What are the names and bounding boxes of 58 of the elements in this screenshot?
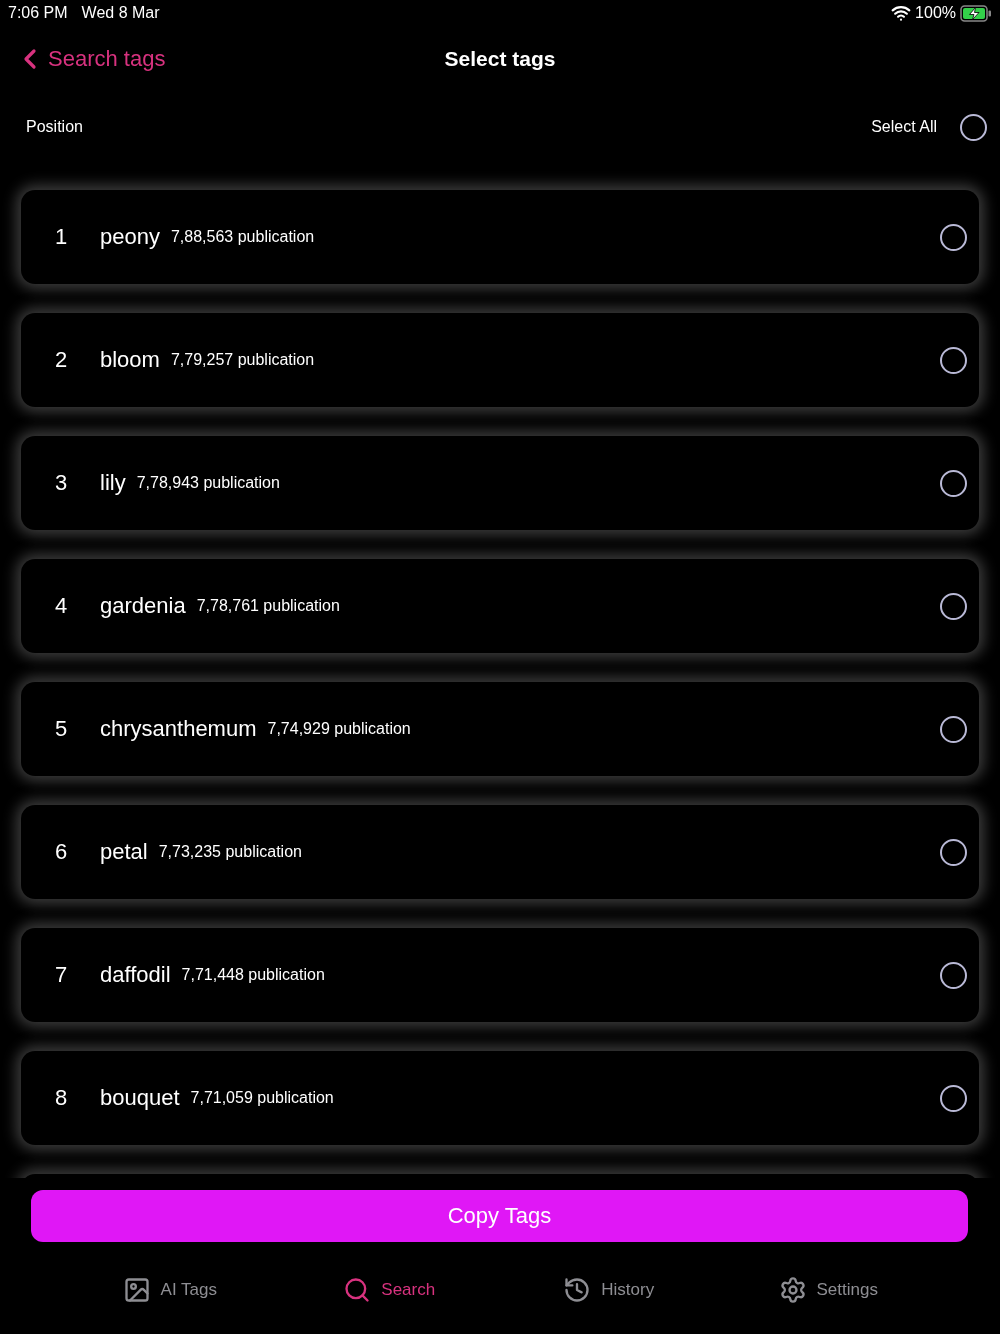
search-icon: [343, 1276, 372, 1304]
tag-name: daffodil: [100, 962, 171, 988]
wifi-icon: [891, 3, 912, 23]
image-icon: [122, 1276, 151, 1304]
tag-name: bloom: [100, 347, 160, 373]
tag-card[interactable]: 5 chrysanthemum 7,74,929 publication: [21, 682, 979, 776]
tag-radio[interactable]: [940, 346, 967, 374]
settings-icon: [778, 1276, 807, 1304]
position-number: 3: [55, 470, 69, 496]
position-number: 5: [55, 716, 69, 742]
publication-count: 7,78,761 publication: [196, 597, 340, 615]
copy-tags-button[interactable]: Copy Tags: [31, 1190, 968, 1242]
tab-item[interactable]: AI Tags: [122, 1276, 217, 1304]
tag-radio[interactable]: [940, 223, 967, 251]
publication-count: 7,74,929 publication: [267, 720, 411, 738]
position-number: 7: [55, 962, 69, 988]
select-all-radio[interactable]: [960, 113, 987, 141]
tag-card[interactable]: 7 daffodil 7,71,448 publication: [21, 928, 979, 1022]
tab-item[interactable]: Settings: [778, 1276, 878, 1304]
publication-count: 7,71,059 publication: [190, 1089, 334, 1107]
tag-name: bouquet: [100, 1085, 180, 1111]
tag-name: peony: [100, 224, 160, 250]
tag-card[interactable]: 4 gardenia 7,78,761 publication: [21, 559, 979, 653]
tag-name: petal: [100, 839, 148, 865]
battery-percent: 100%: [915, 4, 956, 22]
tag-name: gardenia: [100, 593, 186, 619]
tab-item[interactable]: Search: [343, 1276, 436, 1304]
select-all-label: Select All: [871, 118, 937, 136]
tag-radio[interactable]: [940, 1084, 967, 1112]
position-number: 4: [55, 593, 69, 619]
back-button[interactable]: Search tags: [14, 43, 166, 75]
tag-card[interactable]: 8 bouquet 7,71,059 publication: [21, 1051, 979, 1145]
publication-count: 7,88,563 publication: [170, 228, 315, 246]
tab-item[interactable]: History: [563, 1276, 655, 1304]
tag-name: lily: [100, 470, 126, 496]
tag-radio[interactable]: [940, 592, 967, 620]
position-number: 6: [55, 839, 69, 865]
tag-radio[interactable]: [940, 961, 967, 989]
position-number: 2: [55, 347, 69, 373]
position-number: 8: [55, 1085, 69, 1111]
history-icon: [563, 1276, 592, 1304]
tag-radio[interactable]: [940, 838, 967, 866]
tag-card[interactable]: 6 petal 7,73,235 publication: [21, 805, 979, 899]
publication-count: 7,78,943 publication: [136, 474, 280, 492]
publication-count: 7,79,257 publication: [170, 351, 315, 369]
position-label: Position: [26, 118, 83, 136]
tag-card[interactable]: 2 bloom 7,79,257 publication: [21, 313, 979, 407]
tag-card[interactable]: 1 peony 7,88,563 publication: [21, 190, 979, 284]
position-number: 1: [55, 224, 69, 250]
page-title: Select tags: [444, 47, 556, 71]
status-date: Wed 8 Mar: [81, 4, 160, 22]
tag-card[interactable]: 3 lily 7,78,943 publication: [21, 436, 979, 530]
publication-count: 7,71,448 publication: [181, 966, 325, 984]
status-time: 7:06 PM: [8, 4, 68, 22]
tag-radio[interactable]: [940, 469, 967, 497]
tag-radio[interactable]: [940, 715, 967, 743]
tag-name: chrysanthemum: [100, 716, 257, 742]
publication-count: 7,73,235 publication: [158, 843, 302, 861]
